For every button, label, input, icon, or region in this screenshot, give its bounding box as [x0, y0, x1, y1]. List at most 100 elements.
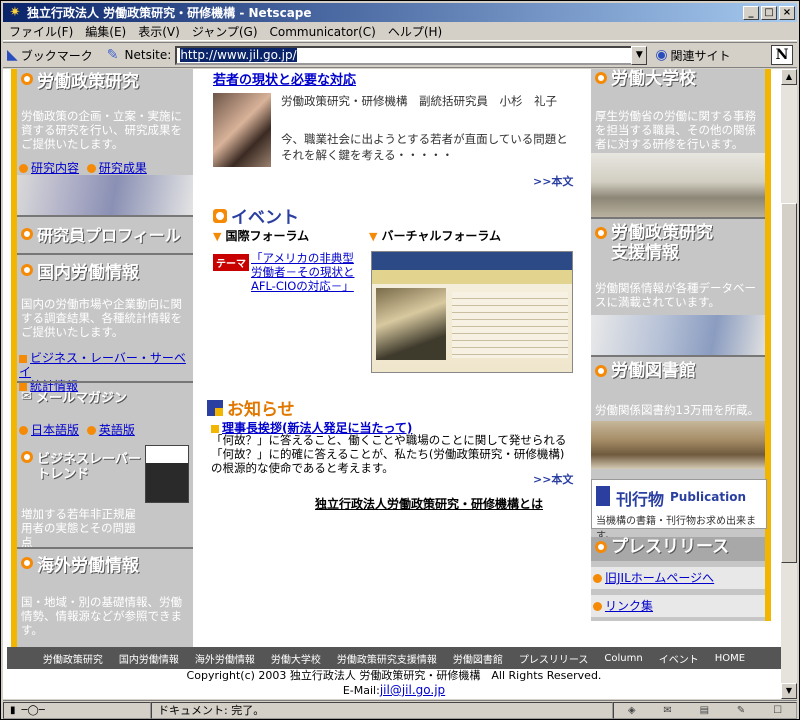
trend-title[interactable]: ビジネスレーバー トレンド [21, 451, 141, 482]
link-research-results[interactable]: 研究成果 [99, 161, 147, 175]
navigator-icon[interactable]: ◈ [628, 705, 636, 716]
support-title[interactable]: 労働政策研究 支援情報 [591, 223, 713, 263]
events-heading: イベント [213, 203, 299, 228]
menu-edit[interactable]: 編集(E) [85, 23, 126, 40]
news-more-link[interactable]: >>本文 [533, 471, 573, 487]
mail-icon[interactable]: ✉ [663, 705, 671, 716]
links-row: リンク集 [591, 595, 765, 617]
footer-link-support[interactable]: 労働政策研究支援情報 [337, 651, 437, 666]
mail-magazine-title[interactable]: ✉ メールマガジン [17, 385, 193, 407]
scroll-down-button[interactable]: ▼ [781, 683, 797, 699]
scroll-thumb[interactable] [781, 203, 797, 563]
related-sites-icon: ◉ [655, 47, 668, 63]
menu-go[interactable]: ジャンプ(G) [192, 23, 258, 40]
college-title[interactable]: 労働大学校 [591, 69, 696, 93]
related-sites-label: 関連サイト [670, 48, 731, 63]
overseas-section: 海外労働情報 国・地域・別の基礎情報、労働情勢、情報源などが参照できます。 [17, 551, 193, 647]
link-english-edition[interactable]: 英語版 [99, 423, 135, 437]
link-research-content[interactable]: 研究内容 [31, 161, 79, 175]
event-icon [213, 208, 227, 223]
overseas-title[interactable]: 海外労働情報 [17, 551, 193, 576]
menu-file[interactable]: ファイル(F) [9, 23, 73, 40]
link-business-labor-survey[interactable]: ビジネス・レーバー・サーベイ [19, 351, 186, 379]
business-labor-trend-section: ビジネスレーバー トレンド 増加する若年非正規雇用者の実態とその問題点 [17, 443, 193, 549]
browser-window: ✷ 独立行政法人 労働政策研究・研修機構 - Netscape _ □ × ファ… [0, 0, 800, 720]
minimize-button[interactable]: _ [743, 5, 759, 20]
footer-link-press[interactable]: プレスリリース [519, 651, 589, 666]
copyright: Copyright(c) 2003 独立行政法人 労働政策研究・研修機構 All… [7, 669, 781, 699]
feature-headline-link[interactable]: 若者の現状と必要な対応 [213, 69, 356, 88]
email-link[interactable]: jil@jil.go.jp [380, 683, 445, 697]
menu-communicator[interactable]: Communicator(C) [270, 25, 376, 39]
library-desc: 労働関係図書約13万冊を所蔵。 [595, 403, 760, 417]
press-release-title[interactable]: プレスリリース [591, 537, 765, 561]
triangle-down-icon: ▼ [369, 230, 378, 243]
menu-help[interactable]: ヘルプ(H) [388, 23, 442, 40]
database-image [591, 315, 765, 355]
publication-banner[interactable]: 刊行物 Publication 当機構の書籍・刊行物お求め出来ます。 [591, 479, 767, 542]
about-link[interactable]: 独立行政法人労働政策研究・研修機構とは [315, 495, 543, 512]
intl-forum-heading: ▼ 国際フォーラム [213, 229, 310, 243]
domestic-section: 国内労働情報 国内の労働市場や企業動向に関する調査結果、各種統計情報をご提供いた… [17, 257, 193, 393]
footer-link-college[interactable]: 労働大学校 [271, 651, 321, 666]
library-title[interactable]: 労働図書館 [591, 361, 696, 381]
composer-icon[interactable]: ✎ [737, 705, 745, 716]
footer-nav: 労働政策研究 国内労働情報 海外労働情報 労働大学校 労働政策研究支援情報 労働… [7, 647, 781, 669]
menu-view[interactable]: 表示(V) [138, 23, 180, 40]
security-icon: ▮ [10, 704, 16, 716]
researcher-profile-section[interactable]: 研究員プロフィール [17, 219, 193, 255]
maximize-button[interactable]: □ [761, 5, 777, 20]
old-home-link[interactable]: 旧JILホームページへ [605, 571, 714, 585]
policy-research-title[interactable]: 労働政策研究 [17, 69, 193, 92]
netsite-label: Netsite: [124, 48, 172, 62]
virtual-forum-thumbnail[interactable] [371, 251, 573, 373]
domestic-title[interactable]: 国内労働情報 [17, 257, 193, 283]
researcher-profile-title[interactable]: 研究員プロフィール [17, 219, 193, 249]
security-indicator[interactable]: ▮ ─◯─ [3, 701, 151, 719]
college-desc: 厚生労働省の労働に関する事務を担当する職員、その他の関係者に対する研修を行います… [595, 109, 756, 151]
old-home-row: 旧JILホームページへ [591, 567, 765, 589]
bullet-icon [86, 426, 96, 435]
theme-tag: テーマ [213, 254, 249, 271]
left-sidebar: 労働政策研究 労働政策の企画・立案・実施に資する研究を行い、研究成果をご提供いた… [11, 69, 193, 647]
bullet-icon [19, 426, 28, 435]
footer-link-domestic[interactable]: 国内労働情報 [119, 651, 179, 666]
url-text: http://www.jil.go.jp/ [180, 47, 297, 62]
policy-research-section: 労働政策研究 労働政策の企画・立案・実施に資する研究を行い、研究成果をご提供いた… [17, 69, 193, 219]
slide-header [372, 252, 572, 270]
bullet-icon [21, 451, 33, 463]
feature-summary: 今、職業社会に出ようとする若者が直面している問題とそれを解く鍵を考える・・・・・ [281, 132, 568, 162]
footer-link-column[interactable]: Column [604, 653, 642, 664]
footer-link-overseas[interactable]: 海外労働情報 [195, 651, 255, 666]
location-icon[interactable]: ✎ [107, 47, 119, 63]
feature-more-link[interactable]: >>本文 [533, 173, 573, 189]
envelope-icon: ✉ [21, 388, 32, 404]
bullet-icon [19, 164, 28, 173]
newsgroup-icon[interactable]: ▤ [700, 705, 709, 716]
close-button[interactable]: × [779, 5, 795, 20]
bookmarks-button[interactable]: ◣ ブックマーク [7, 47, 93, 64]
footer-link-policy-research[interactable]: 労働政策研究 [43, 651, 103, 666]
related-sites-button[interactable]: ◉ 関連サイト [655, 47, 730, 64]
footer-link-event[interactable]: イベント [659, 651, 699, 666]
links-link[interactable]: リンク集 [605, 599, 653, 613]
footer-link-library[interactable]: 労働図書館 [453, 651, 503, 666]
mail-magazine-section: ✉ メールマガジン 日本語版 英語版 [17, 385, 193, 441]
news-icon [207, 399, 223, 416]
bullet-icon [21, 228, 33, 240]
vertical-scrollbar[interactable]: ▲ ▼ [781, 69, 797, 699]
netscape-logo[interactable]: N [771, 45, 793, 65]
divider [17, 381, 193, 383]
theme-link[interactable]: 「アメリカの非典型労働者－その現状とAFL-CIOの対応－」 [251, 251, 363, 293]
divider [17, 253, 193, 255]
divider [591, 217, 765, 219]
url-dropdown-button[interactable]: ▼ [631, 45, 648, 65]
footer-link-home[interactable]: HOME [715, 653, 745, 664]
address-book-icon[interactable]: ☐ [773, 705, 782, 716]
scroll-up-button[interactable]: ▲ [781, 69, 797, 85]
news-heading: お知らせ [207, 395, 295, 420]
link-japanese-edition[interactable]: 日本語版 [31, 423, 79, 437]
trend-magazine-cover[interactable] [145, 445, 189, 503]
url-input[interactable]: http://www.jil.go.jp/ ▼ [175, 45, 648, 65]
right-sidebar: 労働大学校 厚生労働省の労働に関する事務を担当する職員、その他の関係者に対する研… [591, 69, 771, 621]
